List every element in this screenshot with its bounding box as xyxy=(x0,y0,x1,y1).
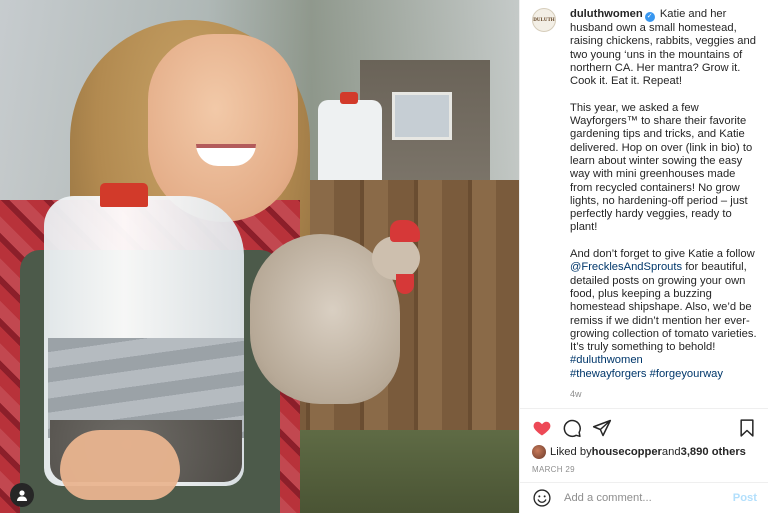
post-date[interactable]: MARCH 29 xyxy=(532,465,757,474)
verified-badge-icon: ✓ xyxy=(644,12,655,22)
hashtag-link[interactable]: #forgeyourway xyxy=(650,368,723,380)
bookmark-icon[interactable] xyxy=(737,418,757,438)
hand xyxy=(60,430,180,500)
post-age[interactable]: 4w xyxy=(570,388,757,401)
likes-summary: Liked by housecopper and 3,890 others xyxy=(532,445,757,459)
jug-cap xyxy=(100,183,148,207)
hashtag-link[interactable]: #thewayforgers xyxy=(570,368,647,380)
mention-link[interactable]: @FrecklesAndSprouts xyxy=(570,261,682,273)
caption-paragraph-3b: for beautiful, detailed posts on growing… xyxy=(570,261,757,354)
liker-username[interactable]: housecopper xyxy=(592,446,662,458)
post-details-panel: DULUTH duluthwomen ✓ Katie and her husban… xyxy=(519,0,768,513)
background-window xyxy=(392,92,452,140)
post-comment-button[interactable]: Post xyxy=(733,492,757,504)
comment-input[interactable] xyxy=(564,492,733,504)
actions-section: Liked by housecopper and 3,890 others MA… xyxy=(520,408,768,474)
chicken-comb xyxy=(390,220,420,242)
emoji-icon[interactable] xyxy=(532,488,552,508)
likes-count[interactable]: 3,890 others xyxy=(681,446,746,458)
heart-icon[interactable] xyxy=(532,418,552,438)
caption: duluthwomen ✓ Katie and her husband own a… xyxy=(570,8,757,402)
likes-and: and xyxy=(661,446,681,458)
comment-icon[interactable] xyxy=(562,418,582,438)
comment-bar: Post xyxy=(520,482,768,513)
username-link[interactable]: duluthwomen xyxy=(570,8,643,20)
post-photo[interactable] xyxy=(0,0,519,513)
caption-paragraph-3a: And don’t forget to give Katie a follow xyxy=(570,248,755,261)
chicken-wattle xyxy=(396,274,414,294)
share-icon[interactable] xyxy=(592,418,612,438)
likes-prefix: Liked by xyxy=(550,446,592,458)
user-tag-icon[interactable] xyxy=(10,483,34,507)
liker-avatar[interactable] xyxy=(532,445,546,459)
caption-paragraph-2: This year, we asked a few Wayforgers™ to… xyxy=(570,101,753,234)
avatar[interactable]: DULUTH xyxy=(532,8,556,32)
caption-area: DULUTH duluthwomen ✓ Katie and her husban… xyxy=(520,0,768,405)
background-jug xyxy=(318,92,382,192)
woman-face xyxy=(148,34,298,222)
avatar-logo-text: DULUTH xyxy=(533,17,555,23)
hashtag-link[interactable]: #duluthwomen xyxy=(570,354,643,366)
